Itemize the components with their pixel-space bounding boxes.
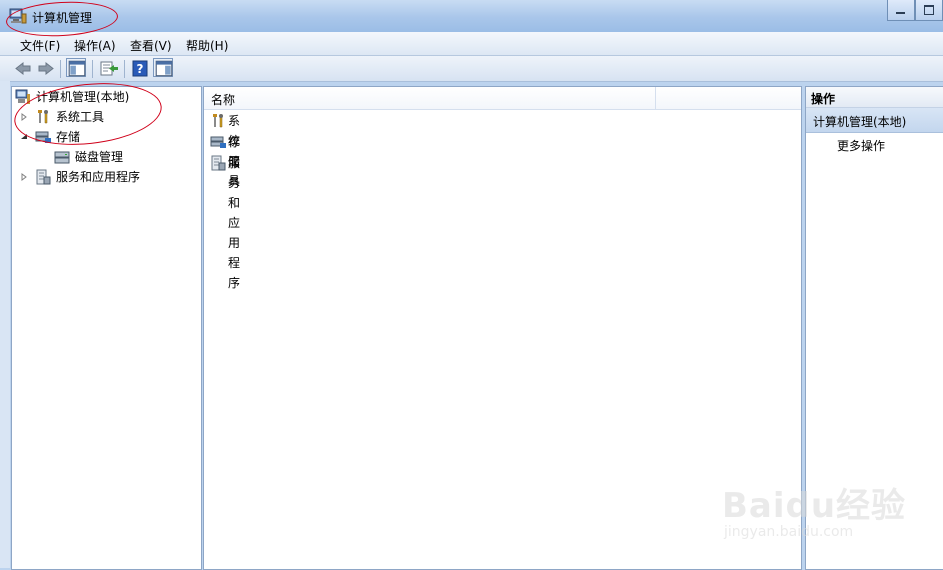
computer-management-icon (15, 89, 30, 104)
more-actions-link[interactable]: 更多操作 (837, 137, 885, 154)
menu-file[interactable]: 文件(F) (20, 37, 60, 54)
expand-arrow-icon[interactable] (20, 173, 28, 181)
tree-item-system-tools[interactable]: 系统工具 (20, 108, 190, 126)
minimize-button[interactable] (887, 0, 915, 21)
column-divider[interactable] (655, 87, 656, 109)
tree-item-label: 系统工具 (56, 110, 105, 124)
list-item-label: 服务和应用程序 (228, 156, 241, 290)
results-list-pane: 名称 系统工具 存储 服务和应用程序 (203, 86, 802, 570)
tree-item-storage[interactable]: 存储 (20, 128, 190, 146)
toolbar-separator (124, 60, 125, 78)
action-section-header[interactable]: 计算机管理(本地) (806, 108, 943, 133)
maximize-button[interactable] (915, 0, 943, 21)
tree-root-label: 计算机管理(本地) (36, 90, 130, 104)
tree-item-label: 存储 (56, 130, 81, 144)
action-pane-title: 操作 (811, 92, 836, 106)
storage-icon (35, 131, 51, 143)
column-header[interactable]: 名称 (204, 87, 801, 110)
toolbar-separator (60, 60, 61, 78)
tree-item-disk-management[interactable]: 磁盘管理 (54, 148, 194, 166)
system-tools-icon (213, 114, 223, 128)
menu-action[interactable]: 操作(A) (74, 37, 116, 54)
toolbar: ? (0, 56, 943, 82)
column-header-name[interactable]: 名称 (211, 91, 235, 108)
export-list-icon[interactable] (99, 59, 119, 78)
storage-icon (210, 136, 226, 148)
system-tools-icon (38, 110, 48, 124)
action-section-label: 计算机管理(本地) (813, 115, 907, 129)
menu-bar: 文件(F) 操作(A) 查看(V) 帮助(H) (0, 32, 943, 56)
collapse-arrow-icon[interactable] (20, 133, 28, 141)
title-bar: 计算机管理 (0, 0, 943, 32)
menu-help[interactable]: 帮助(H) (186, 37, 228, 54)
console-tree-pane: 计算机管理(本地) 系统工具 存储 磁盘管理 服务和应用程序 (11, 86, 202, 570)
window-title: 计算机管理 (32, 11, 93, 25)
svg-text:?: ? (137, 62, 144, 76)
back-arrow-icon[interactable] (13, 59, 33, 78)
toolbar-separator (92, 60, 93, 78)
tree-item-services-apps[interactable]: 服务和应用程序 (20, 168, 190, 186)
services-apps-icon (36, 169, 51, 185)
tree-item-label: 磁盘管理 (75, 150, 124, 164)
disk-management-icon (54, 151, 70, 164)
action-pane: 操作 计算机管理(本地) 更多操作 (805, 86, 943, 570)
computer-management-icon (9, 8, 27, 24)
show-hide-action-pane-icon[interactable] (153, 58, 173, 77)
action-pane-header: 操作 (806, 87, 943, 108)
left-border-strip (0, 81, 10, 568)
show-hide-console-tree-icon[interactable] (66, 58, 86, 77)
expand-arrow-icon[interactable] (20, 113, 28, 121)
menu-view[interactable]: 查看(V) (130, 37, 172, 54)
help-icon[interactable]: ? (130, 59, 150, 78)
forward-arrow-icon[interactable] (36, 59, 56, 78)
tree-item-label: 服务和应用程序 (56, 170, 141, 184)
tree-root[interactable]: 计算机管理(本地) (15, 88, 195, 106)
services-apps-icon (211, 155, 226, 171)
